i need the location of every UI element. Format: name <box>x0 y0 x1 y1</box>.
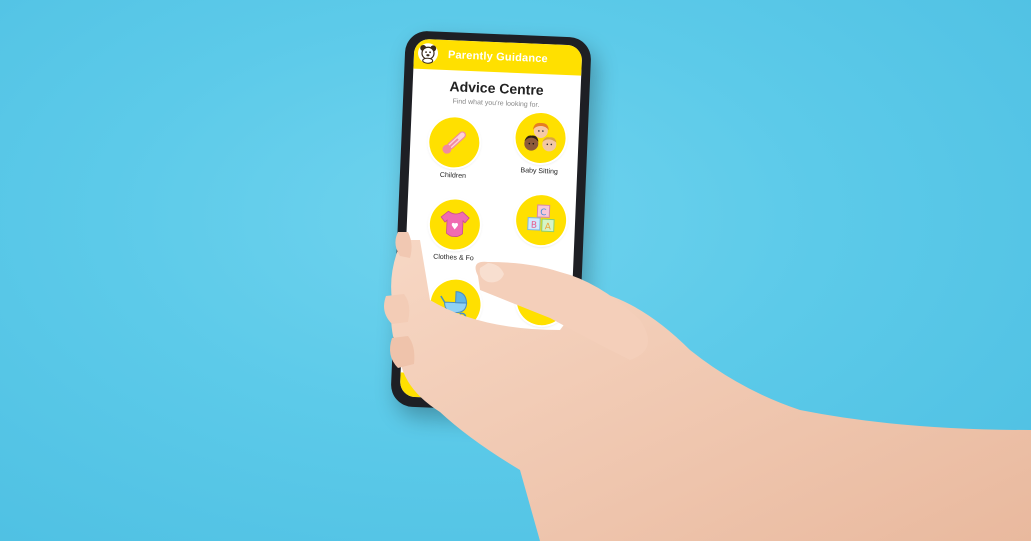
category-label <box>500 248 580 251</box>
app-title: Parently Guidance <box>447 49 549 66</box>
svg-text:B: B <box>531 221 538 231</box>
category-children[interactable]: Children <box>413 116 496 181</box>
bottom-nav <box>399 367 569 404</box>
pram-icon <box>440 291 468 322</box>
teddy-bear-logo-icon[interactable] <box>417 42 440 65</box>
category-label: Clothes & Fo <box>433 253 474 263</box>
category-clothes[interactable]: Clothes & Fo <box>413 198 496 263</box>
profile-icon[interactable] <box>534 382 551 399</box>
chat-icon <box>477 374 491 388</box>
page-subtitle: Find what you're looking for. <box>452 98 540 109</box>
category-label: Children <box>439 171 467 180</box>
blocks-icon <box>532 297 554 311</box>
category-grid: Children Baby Sitting Clothes & Fo C B A… <box>401 111 582 369</box>
category-label: Discount Cod <box>519 329 562 339</box>
app-screen: Parently Guidance Advice Centre Find wha… <box>399 38 583 404</box>
category-icon-circle <box>428 198 481 251</box>
category-icon-circle <box>429 278 482 331</box>
category-icon-circle <box>514 111 567 165</box>
svg-text:C: C <box>540 208 547 218</box>
page-title: Advice Centre <box>449 78 544 99</box>
category-icon-circle <box>428 116 481 169</box>
category-baby-sitting[interactable]: Baby Sitting <box>499 111 582 176</box>
kids-faces-icon <box>524 122 557 152</box>
category-label: Baby Sitting <box>520 167 558 176</box>
category-blocks[interactable]: C B A <box>500 193 582 251</box>
category-icon-circle: C B A <box>515 194 568 247</box>
home-icon[interactable] <box>440 378 457 395</box>
baby-onesie-icon <box>440 210 470 237</box>
category-discount-codes[interactable]: Discount Cod <box>500 274 582 339</box>
nav-center-button[interactable] <box>470 367 498 395</box>
category-daycare[interactable]: Daycare & Nursery <box>414 278 497 343</box>
category-label: Daycare & Nursery <box>424 333 484 343</box>
app-header: Parently Guidance <box>413 38 583 76</box>
abc-blocks-icon: C B A <box>527 204 555 233</box>
category-icon-circle <box>515 274 568 327</box>
thermometer-icon <box>442 131 466 154</box>
phone: Parently Guidance Advice Centre Find wha… <box>390 30 592 414</box>
